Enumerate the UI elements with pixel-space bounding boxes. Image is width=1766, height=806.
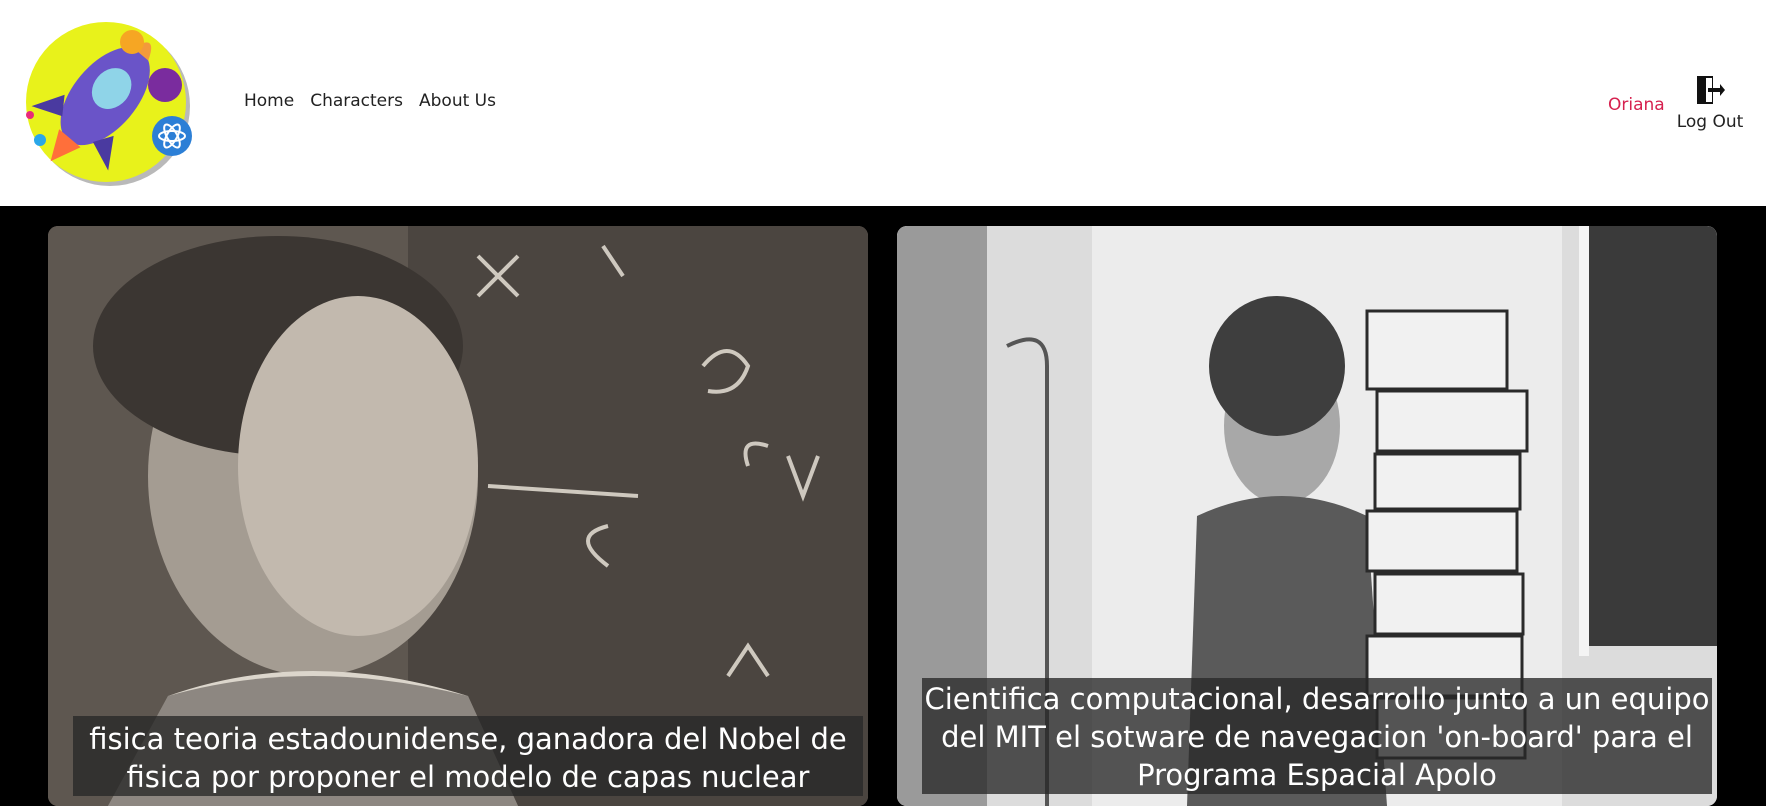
logout-button[interactable]: Log Out [1675,74,1745,132]
nav-about-us[interactable]: About Us [419,91,496,111]
logout-door-icon[interactable] [1694,74,1726,106]
nav-characters[interactable]: Characters [310,91,403,111]
character-card[interactable]: Cientifica computacional, desarrollo jun… [897,226,1717,806]
character-cards: fisica teoria estadounidense, ganadora d… [0,206,1766,806]
logout-label: Log Out [1676,112,1744,132]
site-header: Home Characters About Us Oriana Log Out [0,0,1766,206]
main-nav: Home Characters About Us [244,91,496,111]
card-caption: Cientifica computacional, desarrollo jun… [922,678,1712,794]
user-name: Oriana [1608,95,1665,115]
character-card[interactable]: fisica teoria estadounidense, ganadora d… [48,226,868,806]
card-caption: fisica teoria estadounidense, ganadora d… [73,716,863,796]
nav-home[interactable]: Home [244,91,294,111]
rocket-logo-icon[interactable] [22,20,194,192]
